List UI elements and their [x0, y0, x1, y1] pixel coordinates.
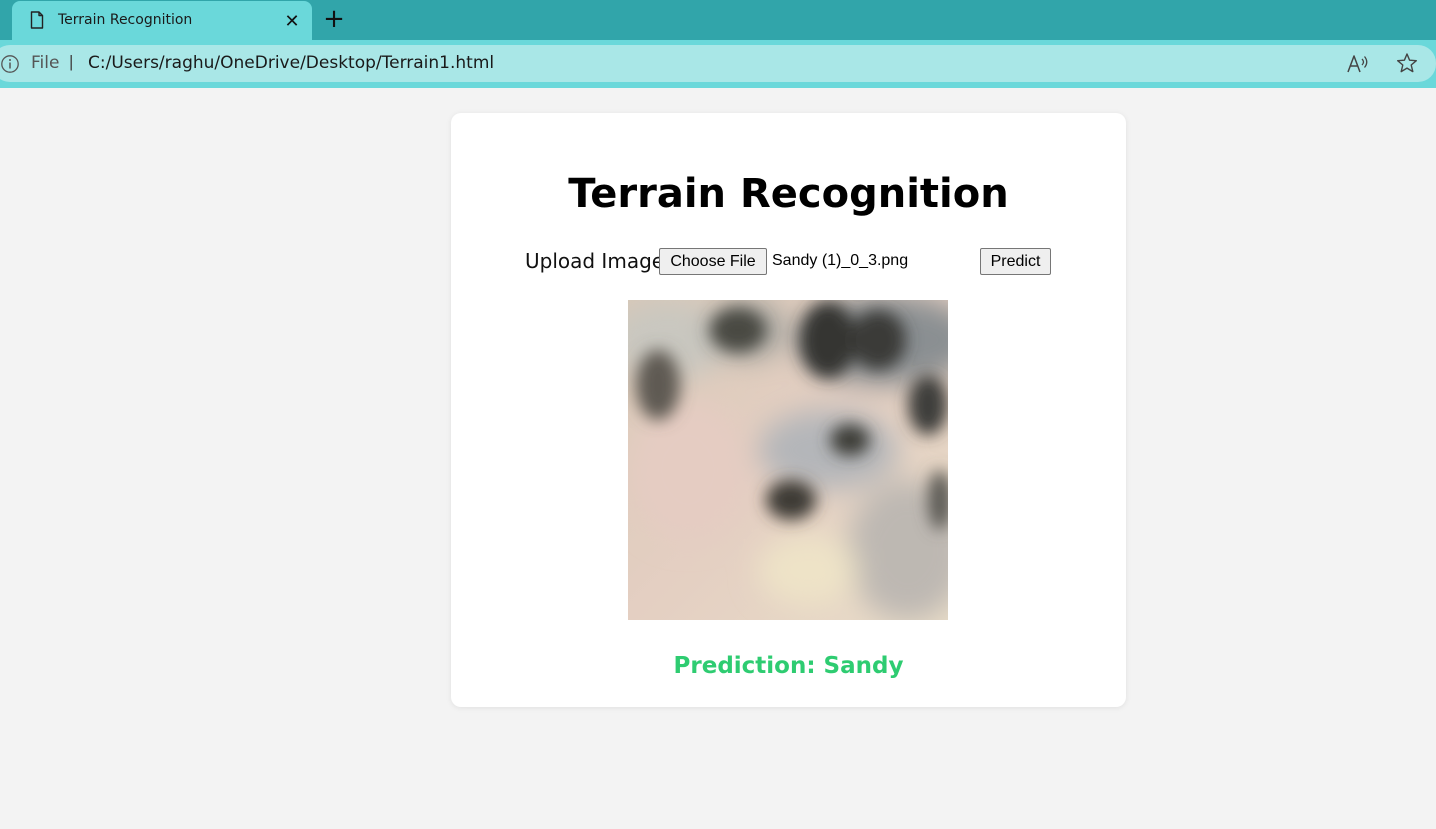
info-icon[interactable] — [0, 54, 20, 74]
close-icon[interactable]: ✕ — [282, 11, 302, 31]
tab-title: Terrain Recognition — [58, 12, 193, 28]
predict-button[interactable]: Predict — [980, 248, 1051, 275]
star-icon[interactable] — [1396, 52, 1418, 74]
selected-file-name: Sandy (1)_0_3.png — [772, 252, 909, 269]
upload-label: Upload Image: — [525, 249, 671, 273]
tab-strip: Terrain Recognition ✕ + — [0, 0, 1436, 40]
address-separator: | — [69, 52, 74, 71]
page-title: Terrain Recognition — [568, 171, 1009, 217]
browser-toolbar: File | C:/Users/raghu/OneDrive/Desktop/T… — [0, 40, 1436, 88]
browser-tab[interactable]: Terrain Recognition ✕ — [12, 1, 312, 40]
choose-file-button[interactable]: Choose File — [659, 248, 767, 275]
read-aloud-icon[interactable] — [1346, 53, 1370, 75]
terrain-preview-image — [628, 300, 948, 620]
main-card: Terrain Recognition Upload Image: Choose… — [451, 113, 1126, 707]
plus-icon[interactable]: + — [320, 6, 348, 34]
document-icon — [30, 11, 44, 29]
address-scheme-label: File — [31, 53, 60, 73]
prediction-result: Prediction: Sandy — [673, 653, 904, 679]
address-url[interactable]: C:/Users/raghu/OneDrive/Desktop/Terrain1… — [88, 53, 494, 73]
